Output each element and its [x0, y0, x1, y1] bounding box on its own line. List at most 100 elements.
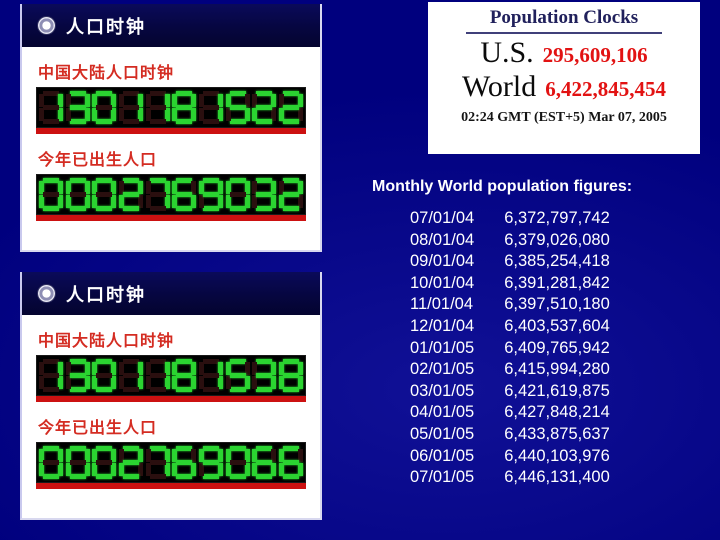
us-population-value: 295,609,106 — [542, 43, 648, 67]
led-segment-a — [202, 446, 219, 451]
led-digit — [92, 178, 117, 212]
led-segment-g — [96, 192, 113, 197]
monthly-population-value: 6,421,619,875 — [504, 381, 610, 400]
led-segment-g — [202, 192, 219, 197]
led-underline — [36, 483, 306, 489]
led-segment-d — [202, 119, 219, 124]
led-segment-g — [176, 105, 193, 110]
led-segment-g — [43, 192, 59, 197]
world-population-value: 6,422,845,454 — [545, 77, 666, 101]
led-segment-d — [122, 206, 139, 211]
led-segment-d — [256, 119, 273, 124]
led-segment-a — [229, 178, 246, 183]
led-digit — [198, 446, 223, 480]
led-segment-g — [122, 373, 139, 378]
population-clock-panel-1: 人口时钟 中国大陆人口时钟 今年已出生人口 — [20, 4, 322, 252]
monthly-date: 11/01/04 — [410, 295, 474, 314]
monthly-population-value: 6,415,994,280 — [504, 360, 610, 379]
led-segment-g — [176, 192, 193, 197]
monthly-figures-table: 07/01/04 6,372,797,742 08/01/04 6,379,026,0… — [410, 208, 610, 489]
monthly-date: 07/01/04 — [410, 209, 475, 227]
led-underline — [36, 215, 306, 221]
led-digit — [252, 91, 277, 125]
led-segment-g — [43, 373, 59, 378]
led-segment-d — [176, 387, 193, 392]
led-segment-g — [96, 373, 113, 378]
led-segment-g — [69, 192, 86, 197]
led-segment-g — [282, 460, 299, 465]
led-segment-a — [202, 359, 219, 364]
led-segment-d — [202, 206, 219, 211]
population-clocks-timestamp: 02:24 GMT (EST+5) Mar 07, 2005 — [461, 110, 667, 125]
led-underline — [36, 396, 306, 402]
led-segment-a — [122, 91, 139, 96]
led-digit — [118, 446, 143, 480]
led-segment-a — [96, 178, 113, 183]
led-digit — [92, 91, 117, 125]
panel-title: 人口时钟 — [66, 284, 146, 306]
us-label: U.S. — [480, 36, 534, 69]
led-digit — [145, 359, 170, 393]
led-segment-a — [149, 91, 166, 96]
led-segment-g — [256, 460, 273, 465]
population-clocks-card: Population Clocks U.S. 295,609,106 World… — [428, 2, 700, 154]
monthly-population-value: 6,385,254,418 — [504, 252, 610, 271]
led-segment-g — [229, 105, 246, 110]
monthly-date: 05/01/05 — [410, 424, 475, 443]
led-segment-a — [43, 178, 59, 183]
led-segment-g — [229, 373, 246, 378]
monthly-date: 09/01/04 — [410, 252, 475, 271]
panel-body-2: 中国大陆人口时钟 今年已出生人口 — [22, 315, 320, 489]
led-digit — [118, 178, 143, 212]
us-population-row: U.S. 295,609,106 — [428, 36, 700, 70]
led-segment-g — [96, 460, 113, 465]
table-row: 02/01/05 6,415,994,280 — [410, 359, 610, 381]
led-segment-g — [202, 373, 219, 378]
led-segment-d — [229, 119, 246, 124]
title-rule — [466, 32, 662, 34]
led-digit — [172, 178, 197, 212]
led-segment-g — [43, 460, 59, 465]
monthly-population-value: 6,397,510,180 — [504, 295, 610, 314]
led-segment-d — [69, 474, 86, 479]
led-digit — [65, 91, 90, 125]
clock-label-births-this-year: 今年已出生人口 — [38, 150, 158, 169]
population-clock-panel-2: 人口时钟 中国大陆人口时钟 今年已出生人口 — [20, 272, 322, 520]
led-segment-d — [282, 206, 299, 211]
led-segment-a — [282, 91, 299, 96]
led-segment-d — [282, 474, 299, 479]
led-display-china-population — [36, 87, 306, 128]
led-segment-a — [43, 91, 59, 96]
led-segment-g — [122, 460, 139, 465]
monthly-population-value: 6,409,765,942 — [504, 338, 610, 357]
monthly-population-value: 6,391,281,842 — [504, 273, 610, 292]
led-segment-a — [176, 91, 193, 96]
led-segment-d — [43, 387, 59, 392]
led-segment-a — [149, 446, 166, 451]
world-population-row: World 6,422,845,454 — [428, 70, 700, 104]
led-digit — [145, 446, 170, 480]
led-segment-a — [229, 446, 246, 451]
table-row: 07/01/05 6,446,131,400 — [410, 467, 610, 489]
led-display-births-this-year — [36, 442, 306, 483]
led-segment-g — [96, 105, 113, 110]
led-digit — [278, 359, 303, 393]
led-segment-d — [69, 206, 86, 211]
led-segment-a — [69, 359, 86, 364]
table-row: 10/01/04 6,391,281,842 — [410, 273, 610, 295]
monthly-population-value: 6,372,797,742 — [504, 209, 610, 227]
led-segment-d — [229, 474, 246, 479]
led-digit — [118, 359, 143, 393]
led-segment-a — [122, 178, 139, 183]
led-segment-a — [43, 446, 59, 451]
led-segment-d — [256, 474, 273, 479]
led-segment-g — [282, 105, 299, 110]
led-digit — [198, 91, 223, 125]
led-digit — [39, 178, 63, 212]
led-segment-d — [43, 474, 59, 479]
radio-button-icon — [38, 285, 55, 302]
led-segment-d — [229, 387, 246, 392]
led-segment-a — [149, 359, 166, 364]
led-digit — [39, 446, 63, 480]
led-segment-d — [256, 206, 273, 211]
